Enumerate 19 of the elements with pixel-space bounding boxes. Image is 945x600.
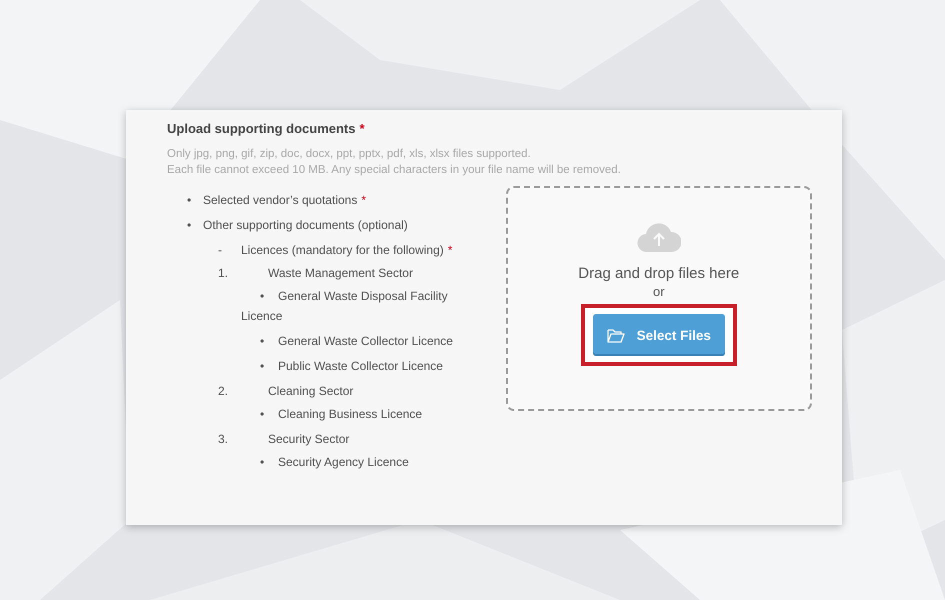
- drop-prompt: Drag and drop files here: [578, 264, 740, 284]
- section-title: Upload supporting documents *: [167, 120, 366, 138]
- requirement-item: • Security Agency Licence: [259, 454, 410, 471]
- requirement-item: 3. Security Sector: [217, 431, 350, 448]
- requirement-item: • Selected vendor’s quotations *: [187, 192, 368, 209]
- requirement-item: • Public Waste Collector Licence: [259, 358, 444, 375]
- requirement-item: • General Waste Disposal Facility Licence: [241, 288, 449, 325]
- requirement-item: • General Waste Collector Licence: [259, 333, 454, 350]
- upload-cloud-icon: [636, 222, 681, 252]
- requirement-item: - Licences (mandatory for the following) *: [217, 242, 454, 259]
- requirement-item: • Cleaning Business Licence: [259, 406, 424, 423]
- requirement-item: 1. Waste Management Sector: [217, 265, 414, 282]
- or-text: or: [652, 284, 665, 300]
- folder-icon: [606, 328, 625, 342]
- hint-text: Each file cannot exceed 10 MB. Any special characters in your file name will be removed.: [167, 163, 622, 178]
- hint-text: Only jpg, png, gif, zip, doc, docx, ppt, pptx, pdf, xls, xlsx files supported.: [167, 147, 532, 162]
- requirement-item: 2. Cleaning Sector: [217, 383, 354, 400]
- requirement-item: • Other supporting documents (optional): [187, 217, 409, 234]
- drop-zone[interactable]: Drag and drop files here or Select Files: [506, 186, 812, 411]
